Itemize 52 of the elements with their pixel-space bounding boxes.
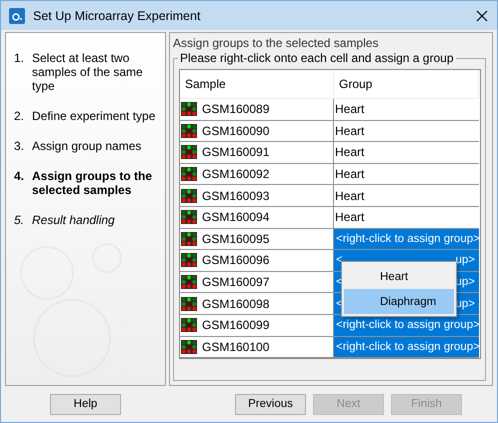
step-number: 3. <box>14 139 26 153</box>
sample-name: GSM160097 <box>202 275 270 290</box>
menu-item[interactable]: Diaphragm <box>344 289 454 314</box>
column-header[interactable]: Group <box>334 70 479 99</box>
group-cell[interactable]: Heart <box>334 142 479 164</box>
step-label: Define experiment type <box>32 109 156 123</box>
app-logo-icon <box>9 8 25 24</box>
step-label: Assign group names <box>32 139 142 153</box>
sample-name: GSM160100 <box>202 340 270 354</box>
microarray-icon <box>181 296 197 311</box>
microarray-icon <box>181 145 197 160</box>
sample-name: GSM160093 <box>202 188 270 203</box>
microarray-icon <box>181 318 197 332</box>
step-number: 4. <box>14 169 26 185</box>
sample-name: GSM160094 <box>202 210 270 224</box>
microarray-icon <box>181 124 197 138</box>
sample-name: GSM160091 <box>202 145 270 160</box>
group-box-title: Please right-click onto each cell and assign a group <box>178 51 456 65</box>
sample-name: GSM160098 <box>202 296 270 311</box>
sample-name: GSM160096 <box>202 253 270 268</box>
microarray-icon <box>181 253 197 268</box>
microarray-icon <box>181 102 197 116</box>
group-cell[interactable]: Heart <box>334 120 479 142</box>
microarray-icon <box>181 210 197 224</box>
sample-name: GSM160099 <box>202 318 270 332</box>
step-number: 2. <box>14 109 26 123</box>
step-label: Select at least two samples of the same type <box>32 51 144 93</box>
column-header[interactable]: Sample <box>180 70 334 99</box>
group-cell[interactable]: Heart <box>334 99 479 121</box>
step-label: Result handling <box>32 213 115 227</box>
sample-name: GSM160092 <box>202 167 270 182</box>
microarray-icon <box>181 232 197 246</box>
sample-name: GSM160095 <box>202 232 270 246</box>
group-cell[interactable]: Heart <box>334 185 479 207</box>
sample-name: GSM160089 <box>202 102 270 116</box>
microarray-icon <box>181 275 197 290</box>
dialog-button[interactable]: Previous <box>235 394 306 414</box>
microarray-icon <box>181 167 197 182</box>
window-title: Set Up Microarray Experiment <box>33 8 200 22</box>
dialog-button[interactable]: Help <box>50 394 121 414</box>
group-cell[interactable]: Heart <box>334 164 479 186</box>
panel-heading: Assign groups to the selected samples <box>173 36 380 50</box>
microarray-icon <box>181 340 197 354</box>
group-cell[interactable]: <right-click to assign group> <box>334 336 479 358</box>
microarray-icon <box>181 188 197 203</box>
menu-item[interactable]: Heart <box>344 264 454 289</box>
step-label: Assign groups to the selected samples <box>32 169 153 197</box>
group-text-end: up> <box>455 254 475 266</box>
step-number: 5. <box>14 213 26 227</box>
sample-name: GSM160090 <box>202 124 270 138</box>
step-number: 1. <box>14 51 26 67</box>
group-cell[interactable]: <right-click to assign group> <box>334 228 479 250</box>
